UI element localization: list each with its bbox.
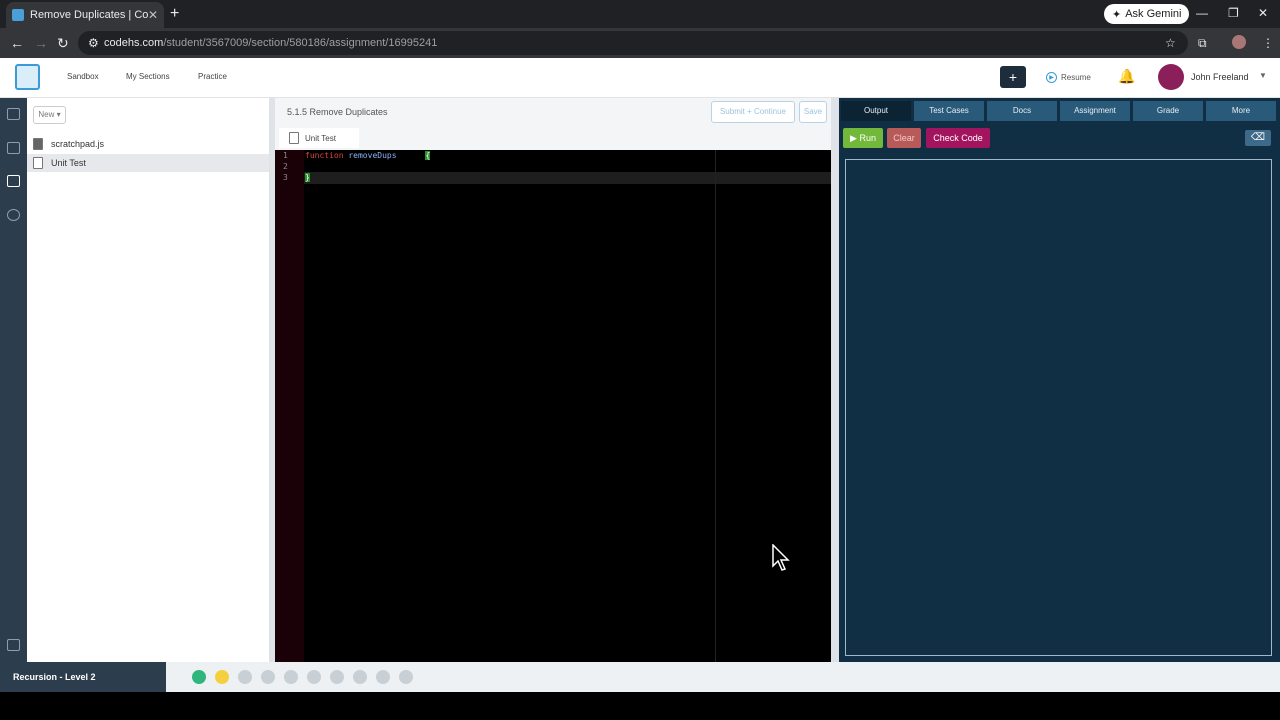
progress-step-current[interactable] — [215, 670, 229, 684]
notifications-bell-icon[interactable]: 🔔 — [1118, 68, 1135, 85]
file-name: scratchpad.js — [51, 139, 105, 149]
url-domain: codehs.com — [104, 37, 164, 49]
panel-resize-handle[interactable] — [831, 98, 839, 662]
document-file-icon — [289, 132, 299, 144]
clear-console-icon[interactable]: ⌫ — [1245, 130, 1271, 146]
active-line-highlight — [304, 172, 831, 184]
run-button[interactable]: ▶ Run — [843, 128, 883, 148]
document-file-icon — [33, 157, 43, 169]
left-icon-rail — [0, 98, 27, 662]
address-bar[interactable]: codehs.com/student/3567009/section/58018… — [78, 31, 1188, 55]
code-line-3[interactable]: } — [305, 173, 310, 182]
url-path: /student/3567009/section/580186/assignme… — [163, 37, 438, 49]
settings-gear-icon[interactable] — [7, 209, 20, 221]
progress-step[interactable] — [376, 670, 390, 684]
code-line-1[interactable]: function removeDups(str) { — [305, 151, 431, 160]
progress-step[interactable] — [261, 670, 275, 684]
maximize-window-icon[interactable]: ❐ — [1228, 6, 1239, 20]
create-plus-button[interactable]: + — [1000, 66, 1026, 88]
progress-step[interactable] — [284, 670, 298, 684]
back-icon[interactable]: ← — [10, 35, 24, 51]
nav-practice[interactable]: Practice — [198, 72, 227, 81]
submit-continue-button[interactable]: Submit + Continue — [711, 101, 795, 123]
close-window-icon[interactable]: ✕ — [1258, 6, 1268, 20]
tab-output[interactable]: Output — [841, 101, 911, 121]
line-number: 1 — [283, 151, 288, 160]
bookmark-star-icon[interactable]: ☆ — [1165, 36, 1176, 50]
code-editor-icon[interactable] — [7, 175, 20, 187]
progress-step-done[interactable] — [192, 670, 206, 684]
save-button[interactable]: Save — [799, 101, 827, 123]
file-browser: New ▾ scratchpad.js Unit Test — [27, 98, 269, 662]
new-file-label: New — [38, 110, 55, 119]
nav-sandbox[interactable]: Sandbox — [67, 72, 99, 81]
tab-more[interactable]: More — [1206, 101, 1276, 121]
new-file-button[interactable]: New ▾ — [33, 106, 66, 124]
tab-docs[interactable]: Docs — [987, 101, 1057, 121]
editor-tab-unit-test[interactable]: Unit Test — [279, 128, 359, 148]
nav-my-sections[interactable]: My Sections — [126, 72, 170, 81]
progress-step[interactable] — [399, 670, 413, 684]
map-icon[interactable] — [7, 108, 20, 120]
browser-tab-title: Remove Duplicates | CodeHS — [30, 9, 148, 21]
print-margin — [715, 150, 716, 662]
gemini-sparkle-icon: ✦ — [1112, 8, 1122, 21]
resume-label: Resume — [1061, 73, 1091, 82]
line-number: 3 — [283, 173, 288, 182]
resume-button[interactable]: ▶ Resume — [1046, 72, 1091, 83]
browser-menu-icon[interactable]: ⋮ — [1262, 36, 1274, 50]
ask-gemini-label: Ask Gemini — [1125, 8, 1182, 20]
tab-grade[interactable]: Grade — [1133, 101, 1203, 121]
forward-icon[interactable]: → — [34, 35, 48, 51]
progress-step[interactable] — [330, 670, 344, 684]
calendar-icon[interactable] — [7, 142, 20, 154]
reload-icon[interactable]: ↻ — [57, 35, 69, 52]
new-tab-button[interactable]: + — [170, 5, 179, 23]
codehs-header: Sandbox My Sections Practice + ▶ Resume … — [0, 58, 1280, 98]
user-avatar[interactable] — [1158, 64, 1184, 90]
code-editor[interactable]: 1 2 3 function removeDups(str) { } — [275, 150, 831, 662]
profile-avatar-icon[interactable] — [1232, 35, 1246, 49]
output-panel: Output Test Cases Docs Assignment Grade … — [839, 98, 1280, 662]
progress-step[interactable] — [307, 670, 321, 684]
file-name: Unit Test — [51, 158, 86, 168]
clear-button[interactable]: Clear — [887, 128, 921, 148]
assignment-title: 5.1.5 Remove Duplicates — [287, 107, 388, 117]
console-output[interactable] — [845, 159, 1272, 656]
panel-toggle-icon[interactable] — [7, 639, 20, 651]
codehs-logo-icon[interactable] — [15, 64, 40, 90]
check-code-button[interactable]: Check Code — [926, 128, 990, 148]
mouse-cursor-icon — [772, 544, 790, 571]
site-info-icon[interactable]: ⚙ — [88, 36, 99, 50]
user-name[interactable]: John Freeland — [1191, 72, 1249, 82]
line-number: 2 — [283, 162, 288, 171]
progress-step[interactable] — [353, 670, 367, 684]
browser-tab[interactable]: Remove Duplicates | CodeHS ✕ — [6, 2, 164, 28]
level-label[interactable]: Recursion - Level 2 — [0, 662, 166, 692]
ask-gemini-button[interactable]: ✦ Ask Gemini — [1104, 4, 1190, 24]
browser-tab-strip: Remove Duplicates | CodeHS ✕ + ✦ Ask Gem… — [0, 0, 1280, 28]
file-item-scratchpad[interactable]: scratchpad.js — [27, 135, 269, 153]
codehs-favicon-icon — [12, 9, 24, 21]
editor-panel: 5.1.5 Remove Duplicates Submit + Continu… — [275, 98, 831, 662]
minimize-window-icon[interactable]: — — [1196, 6, 1208, 20]
editor-tab-label: Unit Test — [305, 133, 336, 143]
progress-step[interactable] — [238, 670, 252, 684]
play-circle-icon: ▶ — [1046, 72, 1057, 83]
browser-toolbar: ← → ↻ codehs.com/student/3567009/section… — [0, 28, 1280, 58]
cast-icon[interactable]: ⧉ — [1198, 36, 1207, 51]
tab-test-cases[interactable]: Test Cases — [914, 101, 984, 121]
line-number-gutter — [275, 150, 304, 662]
user-menu-chevron-icon[interactable]: ▼ — [1259, 71, 1267, 80]
run-label: Run — [859, 133, 876, 143]
js-file-icon — [33, 138, 43, 150]
file-item-unit-test[interactable]: Unit Test — [27, 154, 269, 172]
close-tab-icon[interactable]: ✕ — [148, 8, 158, 22]
tab-assignment[interactable]: Assignment — [1060, 101, 1130, 121]
progress-bar: Recursion - Level 2 — [0, 662, 1280, 692]
